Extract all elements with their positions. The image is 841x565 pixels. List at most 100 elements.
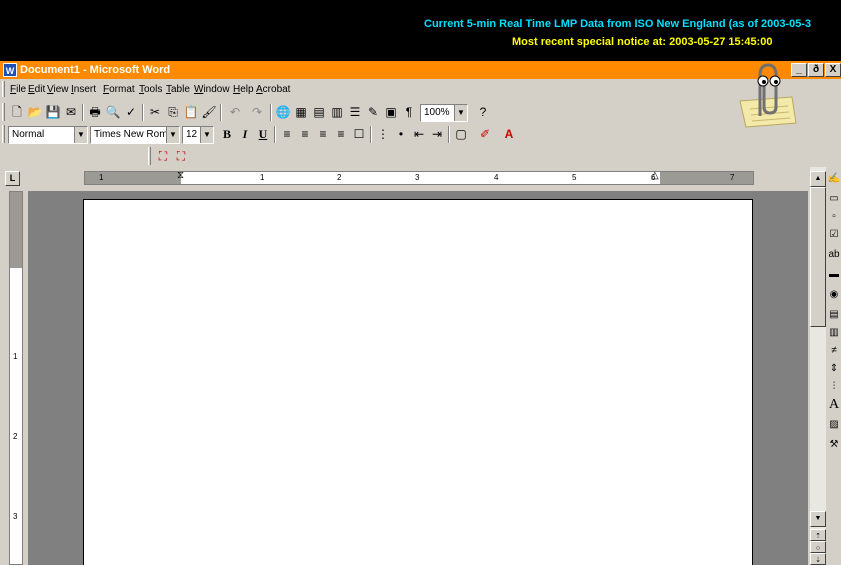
menu-window[interactable]: Window [194, 84, 230, 95]
word-app-icon[interactable]: W [3, 63, 17, 77]
show-hide-icon[interactable]: ¶ [400, 104, 418, 121]
convert-and-email-pdf-icon[interactable]: ⛶ [172, 148, 190, 165]
align-left-icon[interactable]: ≡ [278, 126, 296, 143]
redo-icon[interactable]: ↷ [248, 104, 266, 121]
office-assistant-icon[interactable] [730, 61, 800, 131]
menu-edit[interactable]: Edit [28, 84, 45, 95]
ruler-mark: 5 [572, 173, 577, 182]
tab-selector-button[interactable]: L [5, 171, 20, 186]
save-icon[interactable]: 💾 [44, 104, 62, 121]
open-icon[interactable]: 📂 [26, 104, 44, 121]
menu-bar: File Edit View Insert Format Tools Table… [0, 81, 760, 99]
draw-table-icon[interactable]: ✍ [827, 171, 841, 187]
ruler-mark: 1 [13, 352, 18, 361]
numbering-icon[interactable]: ⋮ [374, 126, 392, 143]
copy-icon[interactable]: ⎘ [164, 104, 182, 121]
menu-tools[interactable]: Tools [139, 84, 162, 95]
previous-page-button[interactable]: ⇡ [810, 529, 826, 541]
vertical-ruler[interactable]: 1 2 3 [9, 191, 23, 565]
indent-marker-icon[interactable]: ⧖ [177, 170, 184, 181]
columns-icon[interactable]: ☰ [346, 104, 364, 121]
italic-icon[interactable]: I [236, 126, 254, 143]
email-icon[interactable]: ✉ [62, 104, 80, 121]
chevron-down-icon[interactable]: ▼ [454, 105, 467, 121]
dropdown-field-icon[interactable]: ▬ [827, 267, 841, 283]
horizontal-ruler[interactable]: 1 1 2 3 4 5 6 7 ⧖ △ [84, 170, 754, 185]
hyperlink-icon[interactable]: 🌐 [274, 104, 292, 121]
text-field-icon[interactable]: ab [827, 247, 841, 263]
style-select[interactable]: Normal ▼ [8, 126, 88, 144]
print-icon[interactable]: 🖶 [86, 104, 104, 121]
scroll-up-button[interactable]: ▲ [810, 171, 826, 187]
decrease-indent-icon[interactable]: ⇤ [410, 126, 428, 143]
label-icon[interactable]: A [827, 397, 841, 413]
document-page[interactable] [83, 199, 753, 565]
document-map-icon[interactable]: ▣ [382, 104, 400, 121]
ruler-mark: 1 [99, 173, 104, 182]
menu-table[interactable]: Table [166, 84, 190, 95]
drawing-icon[interactable]: ✎ [364, 104, 382, 121]
title-bar[interactable]: W Document1 - Microsoft Word _ ð X [0, 61, 841, 79]
highlight-icon[interactable]: ✐ [476, 126, 494, 143]
underline-icon[interactable]: U [254, 126, 272, 143]
standard-toolbar: 🗋 📂 💾 ✉ 🖶 🔍 ✓ ✂ ⎘ 📋 🖌 ↶ ↷ 🌐 ▦ ▤ ▥ ☰ ✎ ▣ … [0, 101, 560, 123]
image-icon[interactable]: ▨ [827, 417, 841, 433]
list-box-icon[interactable]: ▤ [827, 307, 841, 323]
chevron-down-icon[interactable]: ▼ [74, 127, 87, 143]
spin-button-icon[interactable]: ⇕ [827, 361, 841, 377]
toggle-button-icon[interactable]: ≠ [827, 343, 841, 359]
ruler-row: L 1 1 2 3 4 5 6 7 ⧖ △ [0, 167, 841, 189]
distributed-icon[interactable]: ☐ [350, 126, 368, 143]
print-preview-icon[interactable]: 🔍 [104, 104, 122, 121]
increase-indent-icon[interactable]: ⇥ [428, 126, 446, 143]
new-icon[interactable]: 🗋 [8, 104, 26, 121]
spelling-icon[interactable]: ✓ [122, 104, 140, 121]
cut-icon[interactable]: ✂ [146, 104, 164, 121]
scroll-thumb[interactable] [810, 187, 826, 327]
menu-acrobat[interactable]: Acrobat [256, 84, 290, 95]
borders-icon[interactable]: ▢ [452, 126, 470, 143]
combo-box-icon[interactable]: ▥ [827, 325, 841, 341]
align-center-icon[interactable]: ≡ [296, 126, 314, 143]
menu-insert[interactable]: Insert [71, 84, 96, 95]
menu-file[interactable]: File [10, 84, 26, 95]
formatting-toolbar: Normal ▼ Times New Roman ▼ 12 ▼ B I U ≡ … [0, 123, 560, 145]
menu-help[interactable]: Help [233, 84, 254, 95]
checkbox-icon[interactable]: ☑ [827, 227, 841, 243]
font-select[interactable]: Times New Roman ▼ [90, 126, 180, 144]
form-options-icon[interactable]: ▫ [827, 209, 841, 225]
lmp-banner: Current 5-min Real Time LMP Data from IS… [0, 0, 841, 61]
scroll-down-button[interactable]: ▼ [810, 511, 826, 527]
font-color-icon[interactable]: A [500, 126, 518, 143]
select-browse-object-button[interactable]: ○ [810, 541, 826, 553]
restore-button[interactable]: ð [808, 63, 824, 77]
format-painter-icon[interactable]: 🖌 [200, 104, 218, 121]
menu-view[interactable]: View [47, 84, 69, 95]
next-page-button[interactable]: ⇣ [810, 553, 826, 565]
vertical-scrollbar[interactable]: ▲ ▼ ⇡ ○ ⇣ [810, 167, 826, 565]
menu-format[interactable]: Format [103, 84, 135, 95]
tables-borders-icon[interactable]: ▦ [292, 104, 310, 121]
align-right-icon[interactable]: ≡ [314, 126, 332, 143]
chevron-down-icon[interactable]: ▼ [200, 127, 213, 143]
tools-icon[interactable]: ⚒ [827, 437, 841, 453]
form-field-icon[interactable]: ▭ [827, 191, 841, 207]
window-title: Document1 - Microsoft Word [20, 64, 171, 76]
paste-icon[interactable]: 📋 [182, 104, 200, 121]
close-button[interactable]: X [825, 63, 841, 77]
insert-excel-icon[interactable]: ▥ [328, 104, 346, 121]
bullets-icon[interactable]: • [392, 126, 410, 143]
convert-to-pdf-icon[interactable]: ⛶ [154, 148, 172, 165]
bold-icon[interactable]: B [218, 126, 236, 143]
option-button-icon[interactable]: ◉ [827, 287, 841, 303]
zoom-select[interactable]: 100% ▼ [420, 104, 468, 122]
undo-icon[interactable]: ↶ [226, 104, 244, 121]
justify-icon[interactable]: ≡ [332, 126, 350, 143]
help-icon[interactable]: ? [474, 104, 492, 121]
right-indent-marker-icon[interactable]: △ [651, 170, 659, 181]
insert-table-icon[interactable]: ▤ [310, 104, 328, 121]
scroll-bar-icon[interactable]: ⫶ [827, 379, 841, 395]
document-area [28, 191, 808, 565]
chevron-down-icon[interactable]: ▼ [166, 127, 179, 143]
font-size-select[interactable]: 12 ▼ [182, 126, 214, 144]
